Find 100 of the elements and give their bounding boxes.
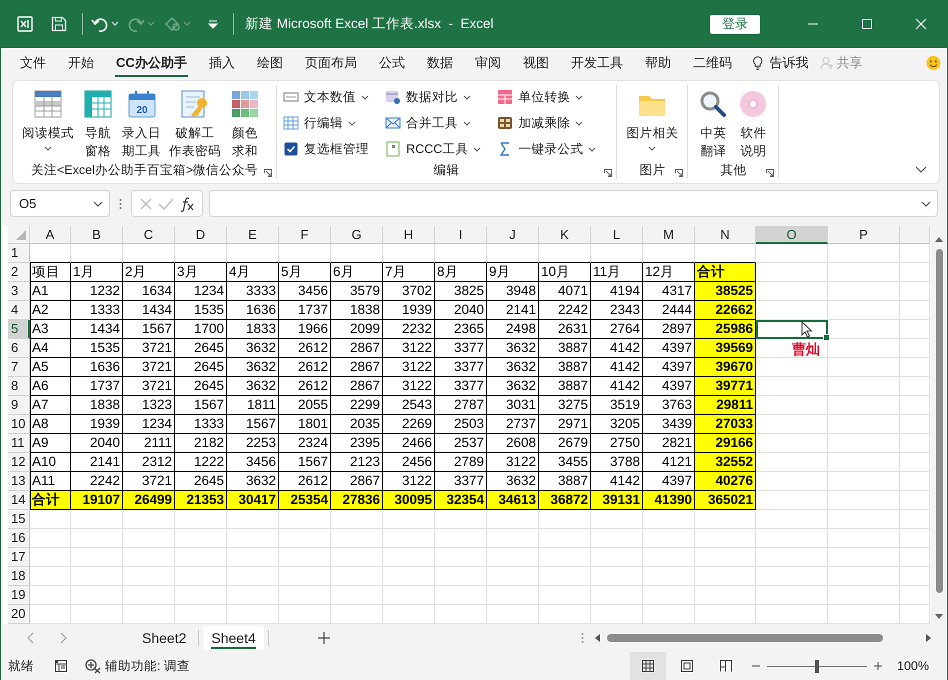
column-header[interactable]: A (30, 226, 71, 244)
ribbon-button[interactable]: 软件 说明 (734, 85, 772, 161)
menu-tab[interactable]: 审阅 (464, 49, 511, 77)
row-header[interactable]: 19 (8, 586, 30, 605)
dialog-launcher-icon[interactable] (264, 169, 272, 177)
column-header[interactable]: J (487, 226, 539, 244)
menu-tab[interactable]: 帮助 (634, 49, 681, 77)
dialog-launcher-icon[interactable] (766, 169, 774, 177)
sheet-tab[interactable]: Sheet4 (203, 626, 264, 650)
ribbon-button[interactable]: 数据对比 (385, 87, 482, 107)
fill-handle[interactable] (823, 334, 830, 341)
ribbon-button[interactable]: 导航 窗格 (79, 85, 117, 161)
check-icon[interactable] (158, 196, 174, 210)
row-header[interactable]: 7 (8, 358, 30, 377)
scroll-thumb[interactable] (936, 249, 942, 593)
column-header[interactable]: K (539, 226, 591, 244)
row-header[interactable]: 4 (8, 301, 30, 320)
row-header[interactable]: 11 (8, 434, 30, 453)
row-header[interactable]: 3 (8, 282, 30, 301)
row-header[interactable]: 13 (8, 472, 30, 491)
row-header[interactable]: 2 (8, 263, 30, 282)
view-button[interactable] (630, 652, 666, 680)
ribbon-button[interactable]: 一键录公式 (497, 139, 596, 159)
row-header[interactable]: 15 (8, 510, 30, 529)
plus-icon[interactable] (873, 661, 884, 671)
ribbon-button[interactable]: 合并工具 (385, 113, 482, 133)
column-header[interactable]: H (383, 226, 435, 244)
row-header[interactable]: 8 (8, 377, 30, 396)
row-header[interactable]: 5 (8, 320, 30, 339)
active-cell[interactable] (756, 320, 828, 339)
maximize-icon[interactable] (861, 18, 873, 30)
menu-tab[interactable]: 开始 (58, 49, 104, 77)
menu-tab[interactable]: CC办公助手 (106, 49, 197, 77)
row-header[interactable]: 16 (8, 529, 30, 548)
menu-tab[interactable]: 公式 (368, 49, 415, 77)
column-header[interactable]: B (71, 226, 123, 244)
column-header[interactable]: C (123, 226, 175, 244)
row-header[interactable]: 10 (8, 415, 30, 434)
menu-tab[interactable]: 视图 (512, 49, 559, 77)
sheet-tab[interactable]: Sheet2 (134, 626, 194, 650)
ribbon-button[interactable]: 单位转换 (497, 87, 596, 107)
row-header[interactable]: 12 (8, 453, 30, 472)
menu-tab[interactable]: 文件 (10, 49, 56, 77)
menu-tab[interactable]: 绘图 (246, 49, 293, 77)
chevron-left-icon[interactable] (27, 632, 35, 644)
ribbon-button[interactable]: 复选框管理 (283, 139, 370, 159)
column-header[interactable]: N (695, 226, 756, 244)
ribbon-button[interactable]: 图片相关 (623, 85, 682, 161)
column-header[interactable]: G (331, 226, 383, 244)
scroll-right-icon[interactable] (925, 633, 932, 643)
expand-icon[interactable] (921, 200, 931, 206)
column-header[interactable]: F (279, 226, 331, 244)
save-icon[interactable] (50, 15, 68, 33)
menu-tab[interactable]: 数据 (416, 49, 463, 77)
row-header[interactable]: 17 (8, 548, 30, 567)
scroll-up-icon[interactable] (934, 236, 944, 243)
horizontal-scrollbar[interactable] (594, 633, 932, 643)
ribbon-button[interactable]: 行编辑 (283, 113, 370, 133)
formula-input[interactable] (209, 190, 938, 217)
more-icon[interactable] (581, 632, 584, 644)
ribbon-button[interactable]: 阅读模式 (19, 85, 77, 161)
row-header[interactable]: 18 (8, 567, 30, 586)
menu-tab[interactable]: 插入 (198, 49, 245, 77)
ribbon-button[interactable]: 20 录入日 期工具 (119, 85, 164, 161)
scroll-down-icon[interactable] (934, 613, 944, 620)
column-header[interactable]: E (227, 226, 279, 244)
smiley-icon[interactable] (926, 54, 941, 72)
accessibility-icon[interactable] (84, 658, 102, 674)
scroll-thumb[interactable] (607, 634, 883, 642)
row-header[interactable]: 14 (8, 491, 30, 510)
close-icon[interactable] (915, 18, 927, 30)
ribbon-button[interactable]: 文本数值 (283, 87, 370, 107)
column-header[interactable]: M (643, 226, 695, 244)
zoom-level[interactable]: 100% (897, 659, 929, 673)
column-header[interactable]: O (756, 226, 828, 244)
plus-icon[interactable] (318, 632, 330, 644)
ribbon-button[interactable]: RCCC工具 (385, 139, 482, 159)
tell-me-search[interactable]: 告诉我 (763, 49, 818, 77)
ribbon-button[interactable]: 加减乘除 (497, 113, 596, 133)
menu-tab[interactable]: 二维码 (682, 49, 742, 77)
login-button[interactable]: 登录 (710, 14, 760, 34)
collapse-ribbon-icon[interactable] (915, 166, 927, 173)
ribbon-button[interactable]: 破解工 作表密码 (166, 85, 224, 161)
column-header[interactable]: P (828, 226, 900, 244)
column-header[interactable]: I (435, 226, 487, 244)
ribbon-button[interactable]: 中英 翻译 (694, 85, 732, 161)
row-header[interactable]: 9 (8, 396, 30, 415)
column-header[interactable]: D (175, 226, 227, 244)
chevron-right-icon[interactable] (59, 632, 67, 644)
row-header[interactable]: 6 (8, 339, 30, 358)
document-icon[interactable] (54, 659, 68, 673)
name-box[interactable]: O5 (10, 190, 110, 217)
ribbon-button[interactable]: 颜色 求和 (226, 85, 264, 161)
accessibility-status[interactable]: 辅助功能: 调查 (105, 658, 190, 674)
dialog-launcher-icon[interactable] (675, 169, 684, 177)
menu-tab[interactable]: 页面布局 (294, 49, 367, 77)
dialog-launcher-icon[interactable] (604, 169, 612, 177)
menu-tab[interactable]: 开发工具 (560, 49, 633, 77)
zoom-thumb[interactable] (815, 660, 820, 672)
row-header[interactable]: 1 (8, 244, 30, 263)
